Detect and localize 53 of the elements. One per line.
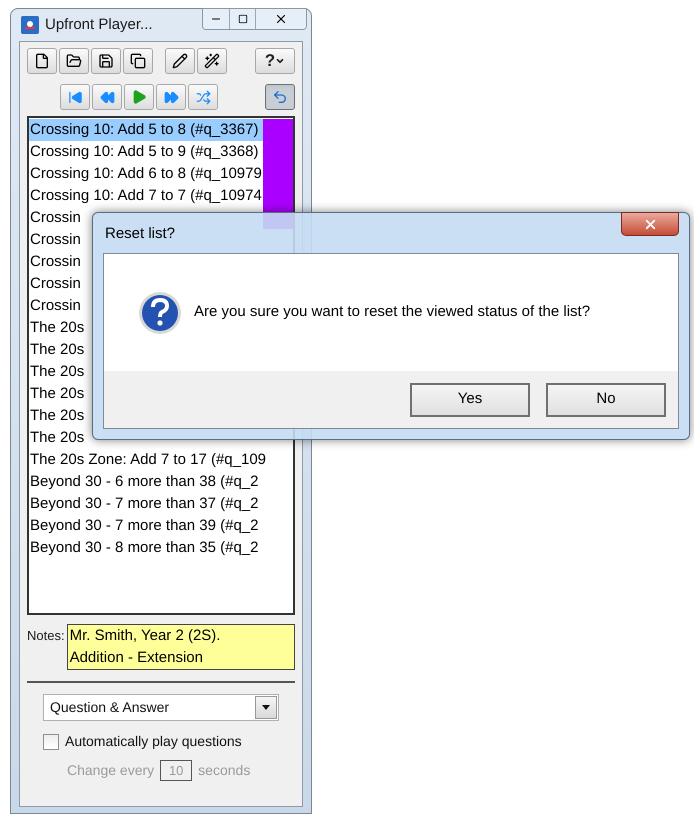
list-item[interactable]: Beyond 30 - 7 more than 39 (#q_2 [29,515,293,537]
autoplay-checkbox[interactable]: Automatically play questions [43,731,295,752]
magic-wand-icon [204,53,220,69]
list-item[interactable]: Beyond 30 - 6 more than 38 (#q_2 [29,471,293,493]
notes-label: Notes: [27,627,65,645]
window-title: Upfront Player... [45,14,153,35]
rewind-button[interactable] [92,84,122,110]
shuffle-button[interactable] [188,84,218,110]
play-button[interactable] [124,84,154,110]
undo-arrow-icon [272,89,288,105]
dialog-button[interactable]: No [546,382,666,416]
interval-suffix: seconds [198,761,250,780]
mode-dropdown[interactable]: Question & Answer [43,694,279,721]
notes-field[interactable]: Mr. Smith, Year 2 (2S). Addition - Extension [66,624,295,670]
first-button[interactable] [60,84,90,110]
list-item[interactable]: The 20s Zone: Add 7 to 17 (#q_109 [29,449,293,471]
help-button[interactable]: ? [255,48,295,74]
shuffle-icon [196,90,210,104]
skip-back-icon [68,90,82,104]
play-icon [131,89,147,105]
maximize-button[interactable] [230,9,256,29]
new-file-button[interactable] [27,48,57,74]
caret-icon [275,56,286,66]
caret-icon [262,705,270,710]
list-item[interactable]: Crossing 10: Add 7 to 7 (#q_10974 [29,185,293,207]
dialog-title: Reset list? [105,224,176,244]
rewind-icon [100,90,114,104]
close-button[interactable] [621,212,679,236]
open-folder-button[interactable] [59,48,89,74]
wand-button[interactable] [197,48,227,74]
list-item[interactable]: Beyond 30 - 7 more than 37 (#q_2 [29,493,293,515]
list-item[interactable]: Crossing 10: Add 6 to 8 (#q_10979 [29,163,293,185]
folder-icon [66,53,82,69]
dialog-message: Are you sure you want to reset the viewed status of the list? [194,302,590,322]
save-copy-button[interactable] [123,48,153,74]
maximize-icon [238,14,248,24]
interval-prefix: Change every [67,761,154,780]
save-button[interactable] [91,48,121,74]
pencil-icon [172,53,188,69]
close-button[interactable] [256,9,306,29]
document-icon [34,53,50,69]
fast-forward-button[interactable] [156,84,186,110]
app-icon [21,16,39,34]
copy-icon [130,53,146,69]
list-item[interactable]: Crossing 10: Add 5 to 9 (#q_3368) [29,141,293,163]
pencil-button[interactable] [165,48,195,74]
repeat-toggle[interactable] [265,84,295,110]
list-item[interactable]: Crossing 10: Add 5 to 8 (#q_3367) [29,119,293,141]
dialog-button[interactable]: Yes [410,382,530,416]
fast-forward-icon [164,90,178,104]
list-item[interactable]: Beyond 30 - 8 more than 35 (#q_2 [29,537,293,559]
question-icon [138,290,182,334]
close-icon [274,12,288,26]
